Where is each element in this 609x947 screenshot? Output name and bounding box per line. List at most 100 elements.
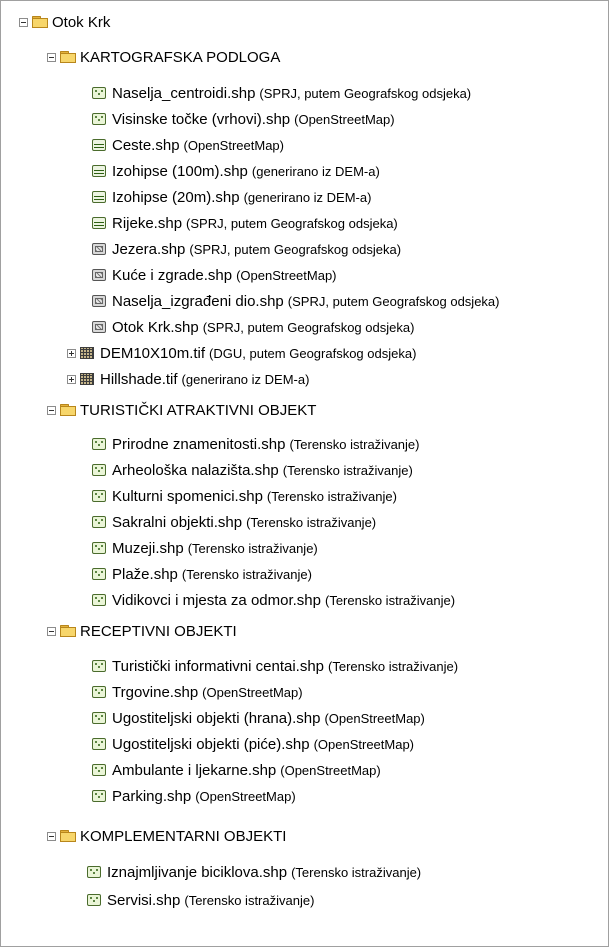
layer-item[interactable]: Arheološka nalazišta.shp (Terensko istraž… — [92, 459, 413, 481]
tree-root[interactable]: Otok Krk — [19, 11, 110, 33]
layer-name: Hillshade.tif — [100, 370, 178, 388]
layer-item[interactable]: Parking.shp (OpenStreetMap) — [92, 785, 296, 807]
layer-name: Otok Krk.shp — [112, 318, 199, 336]
layer-name: Izohipse (100m).shp — [112, 162, 248, 180]
layer-source: (Terensko istraživanje) — [184, 892, 315, 908]
point-layer-icon — [92, 764, 106, 776]
collapse-icon[interactable] — [47, 52, 56, 62]
layer-item[interactable]: Iznajmljivanje biciklova.shp (Terensko is… — [87, 861, 421, 883]
layer-item[interactable]: Kulturni spomenici.shp (Terensko istraživ… — [92, 485, 397, 507]
layer-item[interactable]: Trgovine.shp (OpenStreetMap) — [92, 681, 303, 703]
polygon-layer-icon — [92, 269, 106, 281]
layer-item[interactable]: Rijeke.shp (SPRJ, putem Geografskog odsje… — [92, 212, 398, 234]
layer-item[interactable]: Kuće i zgrade.shp (OpenStreetMap) — [92, 264, 337, 286]
layer-item[interactable]: Visinske točke (vrhovi).shp (OpenStreetMa… — [92, 108, 395, 130]
layer-item[interactable]: Otok Krk.shp (SPRJ, putem Geografskog ods… — [92, 316, 414, 338]
layer-source: (Terensko istraživanje) — [246, 514, 377, 530]
point-layer-icon — [92, 516, 106, 528]
layer-item[interactable]: Sakralni objekti.shp (Terensko istraživan… — [92, 511, 376, 533]
point-layer-icon — [92, 542, 106, 554]
layer-source: (Terensko istraživanje) — [266, 488, 397, 504]
layer-name: Visinske točke (vrhovi).shp — [112, 110, 291, 128]
layer-item[interactable]: Hillshade.tif (generirano iz DEM-a) — [67, 368, 309, 390]
layer-item[interactable]: Servisi.shp (Terensko istraživanje) — [87, 889, 314, 911]
layer-item[interactable]: Vidikovci i mjesta za odmor.shp (Terensko… — [92, 589, 455, 611]
polygon-layer-icon — [92, 321, 106, 333]
group-kartografska-podloga[interactable]: KARTOGRAFSKA PODLOGA — [47, 46, 280, 68]
layer-source: (OpenStreetMap) — [195, 788, 296, 804]
polygon-layer-icon — [92, 295, 106, 307]
point-layer-icon — [92, 464, 106, 476]
layer-source: (SPRJ, putem Geografskog odsjeka) — [189, 241, 402, 257]
line-layer-icon — [92, 139, 106, 151]
layer-name: Turistički informativni centai.shp — [112, 657, 325, 675]
expand-icon[interactable] — [67, 374, 76, 384]
point-layer-icon — [87, 894, 101, 906]
group-komplementarni-objekti[interactable]: KOMPLEMENTARNI OBJEKTI — [47, 825, 286, 847]
layer-name: Trgovine.shp — [112, 683, 199, 701]
folder-icon — [32, 16, 48, 28]
layer-item[interactable]: Izohipse (20m).shp (generirano iz DEM-a) — [92, 186, 371, 208]
layer-source: (Terensko istraživanje) — [187, 540, 318, 556]
layer-name: Ugostiteljski objekti (piće).shp — [112, 735, 310, 753]
layer-item[interactable]: Naselja_izgrađeni dio.shp (SPRJ, putem Ge… — [92, 290, 500, 312]
raster-layer-icon — [80, 373, 94, 385]
layer-name: Parking.shp — [112, 787, 192, 805]
layer-source: (SPRJ, putem Geografskog odsjeka) — [259, 85, 472, 101]
point-layer-icon — [92, 686, 106, 698]
layer-item[interactable]: Naselja_centroidi.shp (SPRJ, putem Geogra… — [92, 82, 471, 104]
collapse-icon[interactable] — [47, 405, 56, 415]
folder-icon — [60, 51, 76, 63]
layer-item[interactable]: DEM10X10m.tif (DGU, putem Geografskog ods… — [67, 342, 416, 364]
layer-name: Ceste.shp — [112, 136, 180, 154]
line-layer-icon — [92, 165, 106, 177]
layer-item[interactable]: Plaže.shp (Terensko istraživanje) — [92, 563, 312, 585]
group-label: KOMPLEMENTARNI OBJEKTI — [80, 827, 287, 845]
group-turisticki-atraktivni-objekt[interactable]: TURISTIČKI ATRAKTIVNI OBJEKT — [47, 399, 316, 421]
layer-name: Sakralni objekti.shp — [112, 513, 243, 531]
layer-item[interactable]: Ceste.shp (OpenStreetMap) — [92, 134, 284, 156]
polygon-layer-icon — [92, 243, 106, 255]
point-layer-icon — [92, 790, 106, 802]
layer-name: Izohipse (20m).shp — [112, 188, 240, 206]
layer-item[interactable]: Izohipse (100m).shp (generirano iz DEM-a) — [92, 160, 380, 182]
layer-item[interactable]: Ambulante i ljekarne.shp (OpenStreetMap) — [92, 759, 381, 781]
point-layer-icon — [92, 490, 106, 502]
layer-source: (Terensko istraživanje) — [181, 566, 312, 582]
layer-item[interactable]: Ugostiteljski objekti (piće).shp (OpenStr… — [92, 733, 414, 755]
point-layer-icon — [92, 738, 106, 750]
layer-item[interactable]: Muzeji.shp (Terensko istraživanje) — [92, 537, 318, 559]
group-receptivni-objekti[interactable]: RECEPTIVNI OBJEKTI — [47, 620, 237, 642]
layer-name: Naselja_izgrađeni dio.shp — [112, 292, 284, 310]
layer-item[interactable]: Turistički informativni centai.shp (Teren… — [92, 655, 458, 677]
layer-name: Vidikovci i mjesta za odmor.shp — [112, 591, 321, 609]
layer-source: (Terensko istraživanje) — [289, 436, 420, 452]
layer-item[interactable]: Ugostiteljski objekti (hrana).shp (OpenSt… — [92, 707, 425, 729]
layer-source: (Terensko istraživanje) — [324, 592, 456, 608]
layer-source: (OpenStreetMap) — [313, 736, 415, 752]
expand-icon[interactable] — [67, 348, 76, 358]
point-layer-icon — [92, 438, 106, 450]
layer-item[interactable]: Prirodne znamenitosti.shp (Terensko istra… — [92, 433, 419, 455]
layer-source: (OpenStreetMap) — [236, 267, 337, 283]
collapse-icon[interactable] — [47, 831, 56, 841]
layer-source: (generirano iz DEM-a) — [181, 371, 310, 387]
layer-name: Rijeke.shp — [112, 214, 183, 232]
layer-name: Plaže.shp — [112, 565, 178, 583]
layer-source: (SPRJ, putem Geografskog odsjeka) — [186, 215, 398, 231]
point-layer-icon — [92, 87, 106, 99]
layer-item[interactable]: Jezera.shp (SPRJ, putem Geografskog odsje… — [92, 238, 401, 260]
layer-source: (OpenStreetMap) — [294, 111, 395, 127]
point-layer-icon — [92, 594, 106, 606]
point-layer-icon — [92, 660, 106, 672]
layer-source: (generirano iz DEM-a) — [251, 163, 380, 179]
point-layer-icon — [92, 712, 106, 724]
point-layer-icon — [92, 113, 106, 125]
layer-name: Muzeji.shp — [112, 539, 184, 557]
collapse-icon[interactable] — [47, 626, 56, 636]
layer-source: (OpenStreetMap) — [183, 137, 284, 153]
collapse-icon[interactable] — [19, 17, 28, 27]
point-layer-icon — [87, 866, 101, 878]
layer-name: Ambulante i ljekarne.shp — [112, 761, 277, 779]
layer-source: (Terensko istraživanje) — [328, 658, 459, 674]
